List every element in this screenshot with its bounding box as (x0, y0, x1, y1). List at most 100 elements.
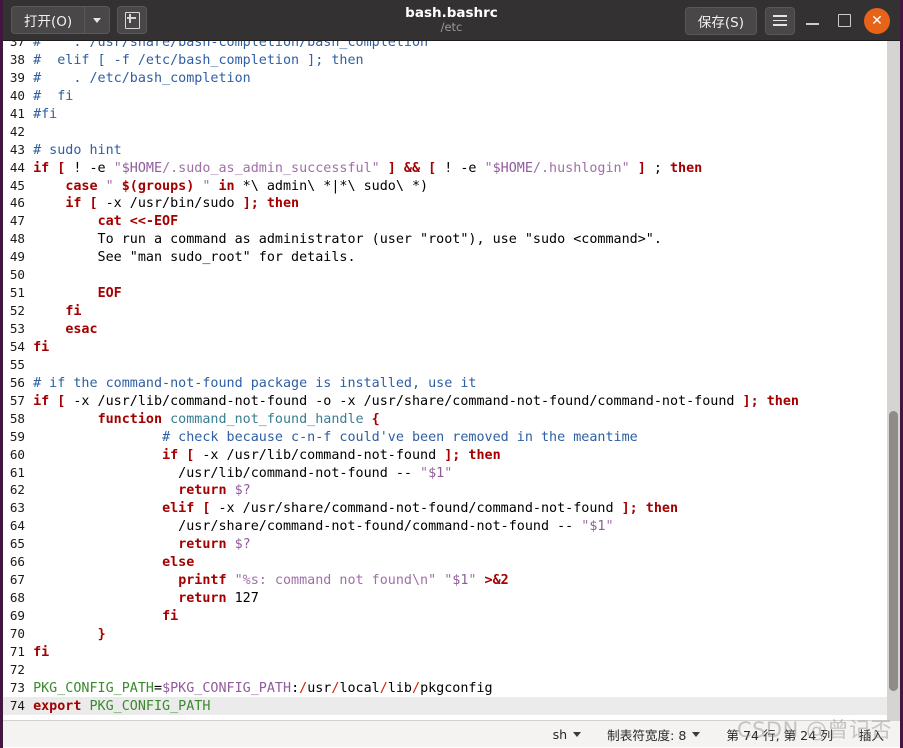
code-line[interactable]: 41 #fi (3, 105, 900, 123)
code-line[interactable]: 45 case " $(groups) " in *\ admin\ *|*\ … (3, 177, 900, 195)
close-icon: ✕ (871, 12, 883, 29)
line-content[interactable]: # elif [ -f /etc/bash_completion ]; then (25, 53, 364, 68)
new-document-button[interactable] (117, 6, 148, 34)
line-content[interactable]: # fi (25, 89, 73, 104)
line-content[interactable]: fi (25, 304, 81, 319)
code-line[interactable]: 50 (3, 266, 900, 284)
code-line[interactable]: 73 PKG_CONFIG_PATH=$PKG_CONFIG_PATH:/usr… (3, 679, 900, 697)
code-line[interactable]: 55 (3, 356, 900, 374)
code-line[interactable]: 52 fi (3, 302, 900, 320)
line-content[interactable]: else (25, 555, 194, 570)
code-line[interactable]: 61 /usr/lib/command-not-found -- "$1" (3, 464, 900, 482)
close-button[interactable]: ✕ (864, 7, 890, 34)
line-content[interactable]: # . /etc/bash_completion (25, 71, 251, 86)
code-line[interactable]: 63 elif [ -x /usr/share/command-not-foun… (3, 499, 900, 517)
language-selector[interactable]: sh (553, 727, 582, 742)
code-line[interactable]: 74 export PKG_CONFIG_PATH (3, 696, 900, 715)
code-line[interactable]: 66 else (3, 553, 900, 571)
line-content[interactable]: return $? (25, 483, 251, 498)
code-line[interactable]: 59 # check because c-n-f could've been r… (3, 428, 900, 446)
line-number: 57 (9, 392, 25, 408)
minimize-button[interactable] (797, 6, 827, 36)
status-bar: sh 制表符宽度: 8 第 74 行, 第 24 列 插入 (3, 720, 900, 747)
line-content[interactable]: if [ -x /usr/lib/command-not-found -o -x… (25, 394, 799, 409)
code-line[interactable]: 62 return $? (3, 481, 900, 499)
line-content[interactable]: if [ ! -e "$HOME/.sudo_as_admin_successf… (25, 161, 702, 176)
line-content[interactable]: case " $(groups) " in *\ admin\ *|*\ sud… (25, 179, 428, 194)
code-line[interactable]: 64 /usr/share/command-not-found/command-… (3, 517, 900, 535)
code-lines[interactable]: 37 # . /usr/share/bash-completion/bash_c… (3, 41, 900, 715)
code-line[interactable]: 42 (3, 123, 900, 141)
line-content[interactable]: EOF (25, 286, 122, 301)
line-content[interactable]: fi (25, 645, 49, 660)
line-content[interactable]: PKG_CONFIG_PATH=$PKG_CONFIG_PATH:/usr/lo… (25, 681, 493, 696)
line-content[interactable]: printf "%s: command not found\n" "$1" >&… (25, 573, 509, 588)
line-content[interactable]: # check because c-n-f could've been remo… (25, 430, 638, 445)
line-content[interactable] (25, 663, 33, 678)
code-line[interactable]: 72 (3, 661, 900, 679)
code-line[interactable]: 46 if [ -x /usr/bin/sudo ]; then (3, 194, 900, 212)
code-line[interactable]: 49 See "man sudo_root" for details. (3, 248, 900, 266)
vertical-scrollbar-thumb[interactable] (889, 411, 898, 691)
line-content[interactable]: return $? (25, 537, 251, 552)
titlebar-left-controls: 打开(O) (11, 6, 148, 34)
new-document-icon (124, 11, 140, 29)
code-line[interactable]: 38 # elif [ -f /etc/bash_completion ]; t… (3, 51, 900, 69)
line-content[interactable]: if [ -x /usr/lib/command-not-found ]; th… (25, 448, 501, 463)
line-number: 55 (9, 356, 25, 372)
line-content[interactable]: export PKG_CONFIG_PATH (25, 699, 210, 714)
line-number: 65 (9, 536, 25, 552)
line-content[interactable] (25, 268, 33, 283)
code-line[interactable]: 57 if [ -x /usr/lib/command-not-found -o… (3, 392, 900, 410)
code-line[interactable]: 60 if [ -x /usr/lib/command-not-found ];… (3, 446, 900, 464)
open-dropdown-button[interactable] (84, 6, 111, 34)
open-button[interactable]: 打开(O) (11, 6, 85, 34)
line-content[interactable]: fi (25, 609, 178, 624)
code-line[interactable]: 53 esac (3, 320, 900, 338)
code-line[interactable]: 47 cat <<-EOF (3, 212, 900, 230)
code-line[interactable]: 70 } (3, 625, 900, 643)
code-line[interactable]: 65 return $? (3, 535, 900, 553)
vertical-scrollbar[interactable] (887, 41, 900, 720)
editor-area[interactable]: 37 # . /usr/share/bash-completion/bash_c… (3, 41, 900, 720)
line-content[interactable]: /usr/lib/command-not-found -- "$1" (25, 466, 452, 481)
code-line[interactable]: 40 # fi (3, 87, 900, 105)
line-number: 49 (9, 249, 25, 265)
insert-mode[interactable]: 插入 (859, 725, 884, 744)
line-content[interactable]: function command_not_found_handle { (25, 412, 380, 427)
code-line[interactable]: 43 # sudo hint (3, 141, 900, 159)
line-content[interactable]: # sudo hint (25, 143, 122, 158)
code-line[interactable]: 39 # . /etc/bash_completion (3, 69, 900, 87)
main-menu-button[interactable] (765, 6, 795, 35)
line-content[interactable]: if [ -x /usr/bin/sudo ]; then (25, 196, 299, 211)
code-line[interactable]: 69 fi (3, 607, 900, 625)
code-line[interactable]: 58 function command_not_found_handle { (3, 410, 900, 428)
line-content[interactable]: See "man sudo_root" for details. (25, 250, 356, 265)
line-content[interactable]: return 127 (25, 591, 259, 606)
code-line[interactable]: 56 # if the command-not-found package is… (3, 374, 900, 392)
line-content[interactable]: esac (25, 322, 97, 337)
line-number: 74 (9, 697, 25, 713)
tab-width-selector[interactable]: 制表符宽度: 8 (607, 725, 701, 744)
line-content[interactable]: # . /usr/share/bash-completion/bash_comp… (25, 41, 428, 50)
line-content[interactable]: elif [ -x /usr/share/command-not-found/c… (25, 501, 678, 516)
line-content[interactable] (25, 358, 33, 373)
code-line[interactable]: 51 EOF (3, 284, 900, 302)
code-line[interactable]: 67 printf "%s: command not found\n" "$1"… (3, 571, 900, 589)
line-content[interactable]: fi (25, 340, 49, 355)
line-content[interactable]: /usr/share/command-not-found/command-not… (25, 519, 613, 534)
code-line[interactable]: 68 return 127 (3, 589, 900, 607)
code-line[interactable]: 54 fi (3, 338, 900, 356)
code-line[interactable]: 48 To run a command as administrator (us… (3, 230, 900, 248)
line-content[interactable]: cat <<-EOF (25, 214, 179, 229)
line-content[interactable]: To run a command as administrator (user … (25, 232, 662, 247)
line-content[interactable]: # if the command-not-found package is in… (25, 376, 476, 391)
line-content[interactable]: } (25, 627, 106, 642)
code-line[interactable]: 44 if [ ! -e "$HOME/.sudo_as_admin_succe… (3, 159, 900, 177)
line-content[interactable]: #fi (25, 107, 57, 122)
save-button[interactable]: 保存(S) (684, 6, 757, 35)
code-line[interactable]: 71 fi (3, 643, 900, 661)
line-content[interactable] (25, 125, 33, 140)
code-line[interactable]: 37 # . /usr/share/bash-completion/bash_c… (3, 41, 900, 51)
maximize-button[interactable] (829, 6, 859, 36)
